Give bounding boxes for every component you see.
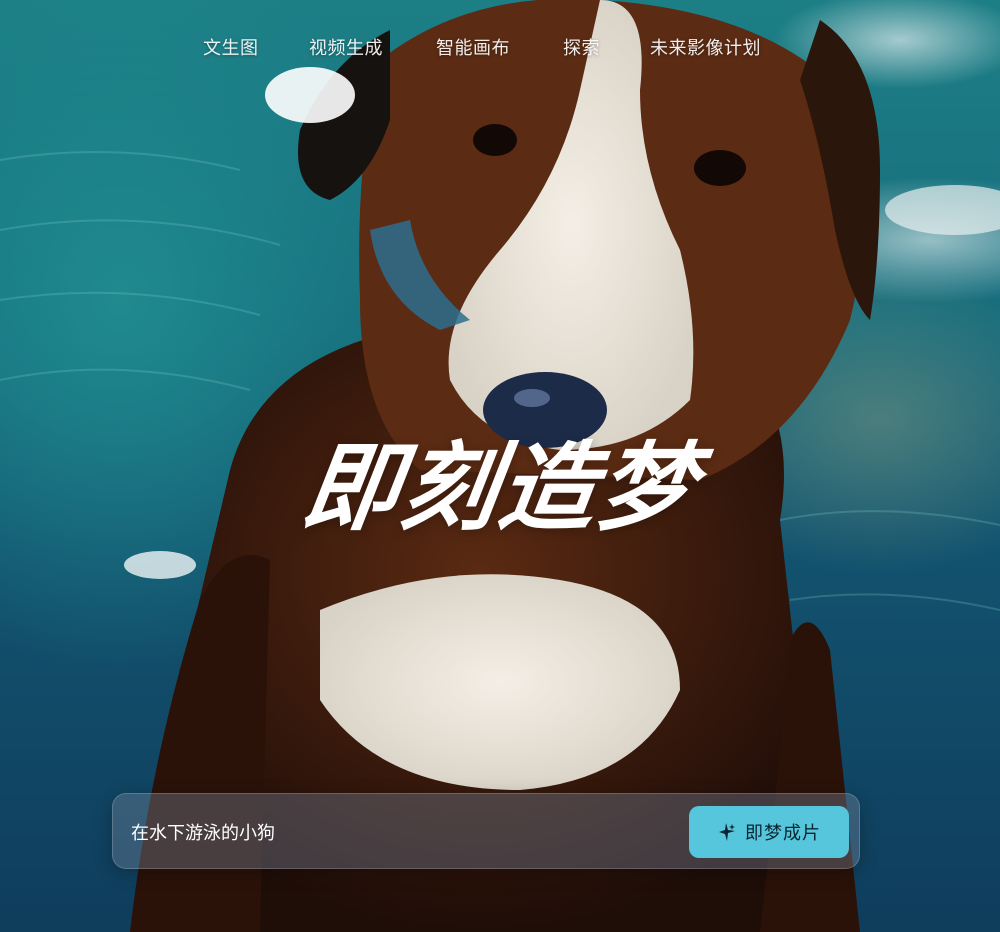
nav-item-explore[interactable]: 探索 xyxy=(563,34,600,60)
generate-video-button[interactable]: 即梦成片 xyxy=(689,806,849,858)
generate-button-label: 即梦成片 xyxy=(745,823,821,844)
top-navigation: 文生图 视频生成 智能画布 探索 未来影像计划 xyxy=(0,34,1000,60)
nav-item-future-imaging-plan[interactable]: 未来影像计划 xyxy=(650,34,761,60)
prompt-input[interactable] xyxy=(131,818,671,846)
nav-item-smart-canvas[interactable]: 智能画布 xyxy=(436,34,510,60)
hero-headline: 即刻造梦 xyxy=(296,432,704,544)
nav-item-video-generation[interactable]: 视频生成 xyxy=(309,34,383,60)
nav-item-text-to-image[interactable]: 文生图 xyxy=(203,34,259,60)
sparkle-icon xyxy=(717,822,737,842)
prompt-bar: 即梦成片 xyxy=(112,793,860,869)
